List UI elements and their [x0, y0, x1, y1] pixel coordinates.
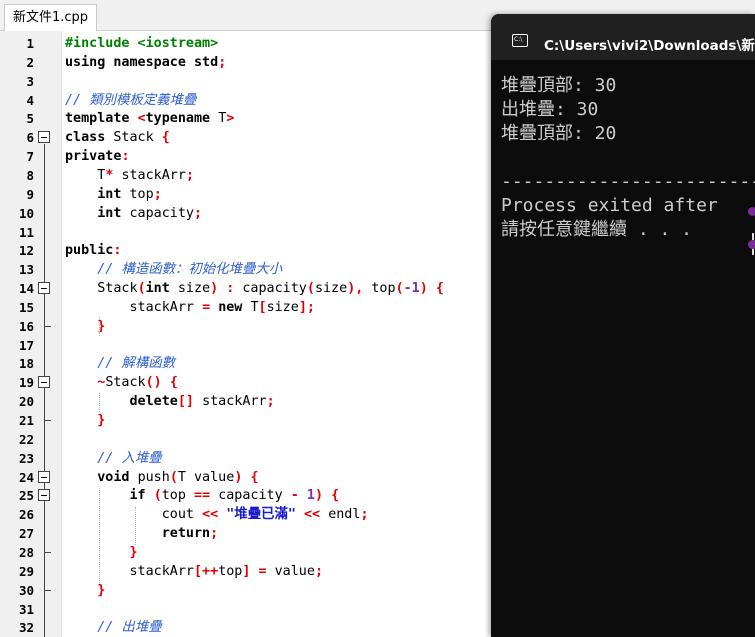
- line-number: 17: [18, 337, 34, 353]
- line-number: 12: [18, 243, 34, 259]
- indent-guide: [99, 317, 100, 336]
- fold-line: [44, 295, 45, 326]
- code-text: template <typename T>: [65, 111, 235, 127]
- indent-guide: [99, 393, 100, 412]
- resize-handle[interactable]: [748, 207, 755, 216]
- line-number: 5: [26, 111, 34, 127]
- line-number: 28: [18, 544, 34, 560]
- line-number: 15: [18, 299, 34, 315]
- code-text: ~Stack() {: [97, 375, 178, 391]
- line-number: 24: [18, 469, 34, 485]
- console-titlebar[interactable]: C:\ C:\Users\vivi2\Downloads\新文: [491, 14, 755, 60]
- line-number: 6: [26, 130, 34, 146]
- code-text: stackArr[++top] = value;: [129, 563, 324, 579]
- code-text: T* stackArr;: [97, 167, 194, 183]
- line-number: 11: [18, 224, 34, 240]
- line-number: 19: [18, 375, 34, 391]
- code-text: if (top == capacity - 1) {: [129, 488, 340, 504]
- code-text: void push(T value) {: [97, 469, 259, 485]
- code-text: // 解構函數: [97, 356, 175, 372]
- code-text: stackArr = new T[size];: [129, 299, 315, 315]
- line-number: 1: [26, 36, 34, 51]
- console-output-line: 出堆疊: 30: [501, 99, 599, 120]
- line-number: 4: [26, 92, 34, 108]
- fold-toggle-icon[interactable]: [38, 489, 50, 502]
- console-output-line: --------------------------------: [501, 171, 755, 192]
- line-number: 29: [18, 563, 34, 579]
- code-text: #include <iostream>: [65, 36, 219, 51]
- line-number: 32: [18, 620, 34, 636]
- indent-guide: [135, 507, 136, 545]
- line-number: 25: [18, 488, 34, 504]
- line-number: 9: [26, 186, 34, 202]
- code-text: cout << "堆疊已滿" << endl;: [161, 507, 369, 523]
- code-text: class Stack {: [65, 130, 170, 146]
- fold-line: [44, 502, 45, 552]
- code-text: }: [129, 544, 138, 560]
- line-number: 22: [18, 431, 34, 447]
- line-number: 2: [26, 54, 34, 70]
- code-text: }: [97, 582, 106, 598]
- code-text: // 入堆疊: [97, 450, 162, 466]
- line-number: 3: [26, 73, 34, 89]
- fold-toggle-icon[interactable]: [38, 282, 50, 295]
- line-number: 14: [18, 281, 34, 297]
- console-output-line: 請按任意鍵繼續 . . .: [501, 219, 693, 240]
- line-number: 16: [18, 318, 34, 334]
- code-text: int capacity;: [97, 205, 203, 221]
- line-number: 23: [18, 450, 34, 466]
- tab-file[interactable]: 新文件1.cpp: [4, 4, 98, 31]
- line-number: 10: [18, 205, 34, 221]
- fold-toggle-icon[interactable]: [38, 470, 50, 483]
- fold-toggle-icon[interactable]: [38, 131, 50, 144]
- line-number: 7: [26, 149, 34, 165]
- code-text: using namespace std;: [65, 54, 227, 70]
- code-text: }: [97, 413, 106, 428]
- code-text: int top;: [97, 186, 162, 202]
- fold-end-marker: [44, 551, 51, 553]
- terminal-icon: C:\: [512, 34, 528, 47]
- fold-end-marker: [44, 420, 51, 421]
- console-output-line: 堆疊頂部: 20: [501, 123, 617, 144]
- fold-line: [44, 389, 45, 420]
- line-number: 8: [26, 167, 34, 183]
- indent-guide: [99, 488, 100, 583]
- code-text: Stack(int size) : capacity(size), top(-1…: [97, 281, 444, 297]
- line-number: 30: [18, 582, 34, 598]
- code-text: // 出堆疊: [97, 620, 162, 636]
- console-output-line: Process exited after: [501, 195, 718, 216]
- code-text: // 類別模板定義堆疊: [65, 92, 197, 108]
- fold-end-marker: [44, 325, 51, 327]
- fold-end-marker: [44, 589, 51, 591]
- console-window[interactable]: C:\ C:\Users\vivi2\Downloads\新文 堆疊頂部: 30…: [491, 14, 755, 637]
- line-number: 13: [18, 262, 34, 278]
- line-number: 27: [18, 526, 34, 542]
- code-text: private:: [65, 149, 130, 165]
- line-number: 26: [18, 507, 34, 523]
- line-number: 31: [18, 601, 34, 617]
- console-title: C:\Users\vivi2\Downloads\新文: [544, 38, 755, 54]
- console-output-line: 堆疊頂部: 30: [501, 75, 617, 96]
- code-text: delete[] stackArr;: [129, 394, 275, 410]
- code-text: // 構造函數：初始化堆疊大小: [97, 262, 283, 278]
- resize-handle[interactable]: [748, 240, 755, 249]
- line-number: 21: [18, 413, 34, 428]
- line-number: 20: [18, 394, 34, 410]
- line-number: 18: [18, 356, 34, 372]
- fold-toggle-icon[interactable]: [38, 376, 50, 389]
- code-text: return;: [161, 526, 219, 542]
- code-text: public:: [65, 243, 122, 259]
